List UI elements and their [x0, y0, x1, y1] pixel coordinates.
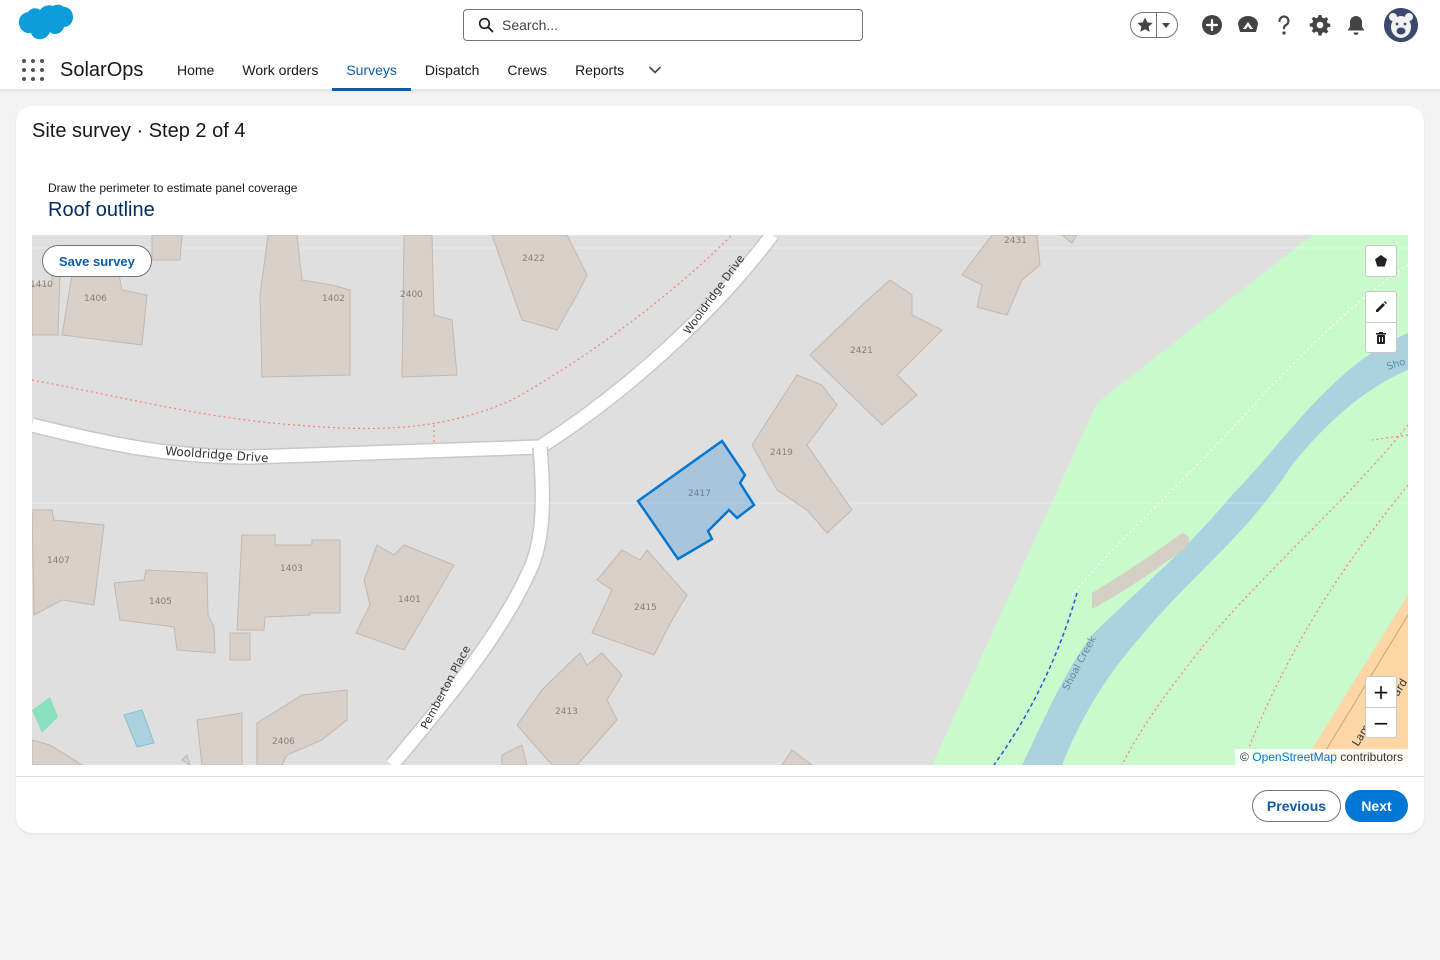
- footer-divider: [16, 776, 1424, 777]
- building-label: 2400: [400, 290, 423, 300]
- building-label: 2422: [522, 254, 545, 264]
- delete-trash-icon[interactable]: [1366, 322, 1396, 352]
- favorites-star-icon[interactable]: [1136, 16, 1154, 34]
- page-title: Site survey · Step 2 of 4: [32, 120, 246, 142]
- save-survey-button[interactable]: Save survey: [42, 245, 152, 277]
- nav-item-dispatch[interactable]: Dispatch: [411, 50, 493, 90]
- building-label: 2415: [634, 603, 657, 613]
- field-label: Roof outline: [48, 199, 155, 221]
- next-button[interactable]: Next: [1345, 790, 1408, 822]
- zoom-in-button[interactable]: +: [1366, 677, 1396, 707]
- map-attribution: © OpenStreetMap contributors: [1235, 749, 1408, 765]
- zoom-out-button[interactable]: −: [1366, 707, 1396, 737]
- nav-item-surveys[interactable]: Surveys: [332, 50, 411, 91]
- setup-gear-icon[interactable]: [1307, 12, 1333, 38]
- field-help-text: Draw the perimeter to estimate panel cov…: [48, 181, 298, 195]
- attribution-prefix: ©: [1240, 750, 1249, 764]
- building-label: 2431: [1004, 236, 1027, 246]
- header-utility-icons: [1130, 8, 1418, 42]
- favorites-group[interactable]: [1130, 12, 1178, 38]
- building-label: 2417: [688, 489, 711, 499]
- building-label: 1407: [47, 556, 70, 566]
- building-label: 1410: [32, 280, 53, 290]
- pool: [123, 709, 155, 748]
- previous-button[interactable]: Previous: [1252, 790, 1341, 822]
- green-pitch: [32, 697, 58, 733]
- draw-polygon-control: [1365, 245, 1397, 277]
- search-icon: [478, 17, 494, 33]
- nav-item-home[interactable]: Home: [163, 50, 228, 90]
- global-add-icon[interactable]: [1199, 12, 1225, 38]
- street-label-wooldridge-drive-2: Wooldridge Drive: [681, 252, 747, 337]
- draw-polygon-icon[interactable]: [1366, 246, 1396, 276]
- nav-items: Home Work orders Surveys Dispatch Crews …: [163, 50, 672, 91]
- building-label: 2419: [770, 448, 793, 458]
- favorites-dropdown-icon[interactable]: [1159, 18, 1173, 32]
- map-tiles: Wooldridge Drive Wooldridge Drive Pember…: [32, 235, 1408, 765]
- app-name: SolarOps: [60, 59, 144, 81]
- notifications-bell-icon[interactable]: [1343, 12, 1369, 38]
- building-label: 1401: [398, 595, 421, 605]
- app-navigation: SolarOps Home Work orders Surveys Dispat…: [0, 50, 1440, 91]
- user-avatar[interactable]: [1384, 8, 1418, 42]
- app-launcher-icon[interactable]: [22, 59, 44, 81]
- building-label: 1403: [280, 564, 303, 574]
- trailhead-icon[interactable]: [1235, 12, 1261, 38]
- global-search[interactable]: [463, 9, 863, 41]
- openstreetmap-link[interactable]: OpenStreetMap: [1252, 750, 1337, 764]
- building-label: 1405: [149, 597, 172, 607]
- edit-controls: [1365, 291, 1397, 353]
- map-canvas[interactable]: Wooldridge Drive Wooldridge Drive Pember…: [32, 235, 1408, 765]
- zoom-controls: + −: [1365, 676, 1397, 738]
- nav-item-reports[interactable]: Reports: [561, 50, 638, 90]
- attribution-suffix: contributors: [1340, 750, 1403, 764]
- nav-more-chevron-down-icon[interactable]: [638, 50, 672, 90]
- roof-outline-polygon: [636, 439, 756, 561]
- help-icon[interactable]: [1271, 12, 1297, 38]
- building-label: 2421: [850, 346, 873, 356]
- nav-item-work-orders[interactable]: Work orders: [228, 50, 332, 90]
- nav-item-crews[interactable]: Crews: [493, 50, 561, 90]
- salesforce-logo[interactable]: [16, 4, 74, 46]
- building-label: 2406: [272, 737, 295, 747]
- search-input[interactable]: [502, 17, 842, 33]
- building-label: 1406: [84, 294, 107, 304]
- edit-pencil-icon[interactable]: [1366, 292, 1396, 322]
- building-label: 2413: [555, 707, 578, 717]
- survey-card: Site survey · Step 2 of 4 Draw the perim…: [16, 106, 1424, 833]
- global-header: [0, 0, 1440, 50]
- building-label: 1402: [322, 294, 345, 304]
- avatar-bear-icon: [1384, 8, 1418, 42]
